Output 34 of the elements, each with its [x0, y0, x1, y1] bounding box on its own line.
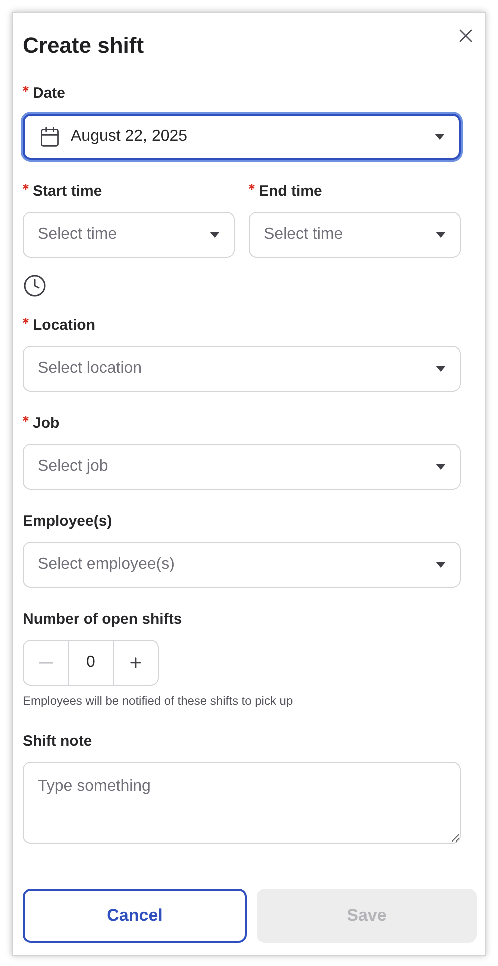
select-placeholder: Select job — [38, 457, 110, 477]
field-label: Shift note — [23, 732, 92, 752]
calendar-icon — [39, 126, 61, 148]
caret-icon — [210, 232, 220, 238]
select-placeholder: Select location — [38, 359, 144, 379]
caret-icon — [436, 562, 446, 568]
caret-icon — [435, 134, 445, 140]
caret-icon — [436, 232, 446, 238]
field-label: Location — [33, 316, 96, 336]
note-field[interactable]: Type something — [23, 762, 461, 844]
select-placeholder: Select employee(s) — [38, 555, 176, 575]
field-label: Number of open shifts — [23, 610, 182, 630]
select-field[interactable]: Select location — [23, 346, 461, 392]
select-placeholder: Select time — [264, 225, 344, 245]
field-label: Employee(s) — [23, 512, 112, 532]
field-label: Start time — [33, 182, 102, 202]
dialog-title: Create shift — [23, 32, 144, 60]
select-field[interactable]: Select employee(s) — [23, 542, 461, 588]
caret-icon — [436, 366, 446, 372]
clock-icon[interactable] — [23, 274, 47, 298]
help-text: Employees will be notified of these shifts to pick up — [23, 693, 294, 710]
field-label: Date — [33, 84, 66, 104]
number-value[interactable]: 0 — [68, 641, 114, 685]
select-field[interactable]: Select time — [249, 212, 461, 258]
select-field[interactable]: Select time — [23, 212, 235, 258]
select-field[interactable]: Select job — [23, 444, 461, 490]
caret-icon — [436, 464, 446, 470]
field-label: Job — [33, 414, 60, 434]
cancel-button[interactable]: Cancel — [23, 889, 247, 943]
select-value: August 22, 2025 — [71, 127, 189, 147]
minus-icon — [38, 662, 53, 664]
field-label: End time — [259, 182, 322, 202]
select-placeholder: Select time — [38, 225, 118, 245]
select-field[interactable]: August 22, 2025 — [23, 114, 461, 160]
